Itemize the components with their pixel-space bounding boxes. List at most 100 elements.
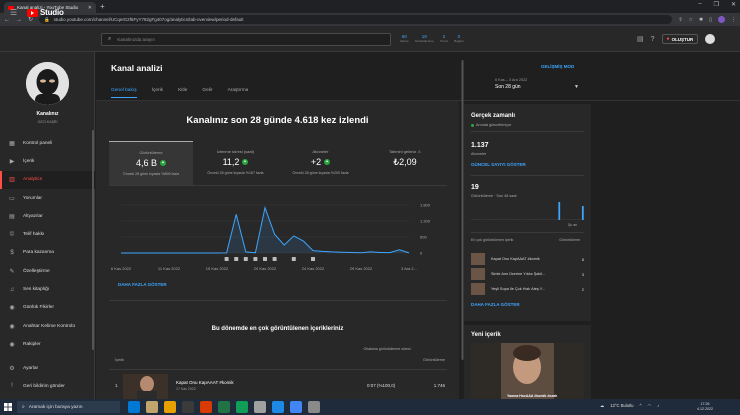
sidebar-item-analytics[interactable]: ▥ Analytics xyxy=(0,170,95,190)
realtime-bar-chart[interactable] xyxy=(471,200,584,220)
sidebar-item-customization[interactable]: ✎ Özelleştirme xyxy=(0,262,95,280)
channel-avatar[interactable] xyxy=(26,62,69,105)
sidebar-item-subtitles[interactable]: ▤ Altyazılar xyxy=(0,207,95,225)
metric-watch-time[interactable]: İzlenme süresi (saat) 11,2 Önceki 28 gün… xyxy=(193,141,278,185)
studio-logo-text: Studio xyxy=(40,8,64,17)
channel-search-input[interactable]: ⌕ Kanalınızda arayın xyxy=(101,33,391,46)
menu-icon[interactable]: ☰ xyxy=(10,8,17,17)
video-thumbnail[interactable] xyxy=(123,374,168,399)
views-line-chart[interactable]: 6 Kas 2022 11 Kas 2022 15 Kas 2022 20 Kas 2… xyxy=(109,195,449,275)
address-bar: ← → ↻ 🔒 studio.youtube.com/channel/UCqeI… xyxy=(0,13,740,26)
taskbar-clock[interactable]: 17:26 4.12.2022 xyxy=(697,402,713,411)
upload-marker-icon[interactable] xyxy=(243,257,248,261)
sidebar-toggle-icon[interactable]: ▯ xyxy=(709,17,712,23)
metric-revenue[interactable]: Tahmini gelirniz ⚠ ₺2,09 xyxy=(363,141,447,185)
share-icon[interactable]: ⇪ xyxy=(678,17,682,23)
new-tab-button[interactable]: + xyxy=(100,2,105,11)
tab-overview[interactable]: Genel bakış xyxy=(111,86,137,98)
realtime-show-more-button[interactable]: DAHA FAZLA GÖSTER xyxy=(471,302,520,307)
taskbar-app-icon[interactable] xyxy=(182,401,194,413)
tab-content[interactable]: İçerik xyxy=(152,86,163,98)
tab-research[interactable]: Araştırma xyxy=(228,86,249,98)
sidebar-scrollbar[interactable] xyxy=(92,130,94,350)
realtime-bar xyxy=(480,219,483,220)
maximize-icon[interactable]: ❐ xyxy=(714,1,719,8)
chart-x-axis: 6 Kas 2022 11 Kas 2022 15 Kas 2022 20 Kas 2… xyxy=(111,266,417,271)
advanced-mode-link[interactable]: GELİŞMİŞ MOD xyxy=(541,64,574,69)
create-button[interactable]: ● OLUŞTUR xyxy=(661,34,699,44)
stat-views: 19 Görüntülenme xyxy=(415,34,434,43)
upload-marker-icon[interactable] xyxy=(311,257,315,261)
upload-marker-icon[interactable] xyxy=(253,257,258,261)
help-icon[interactable]: ? xyxy=(651,36,655,43)
sidebar-item-monetization[interactable]: $ Para kazanma xyxy=(0,244,95,262)
realtime-top-item[interactable]: Kapat Onu KapAAAT #komik 8 xyxy=(471,251,584,267)
date-range-picker[interactable]: 6 Kas – 3 Ara 2022 Son 28 gün xyxy=(495,78,527,90)
taskbar-app-icon[interactable] xyxy=(218,401,230,413)
studio-logo[interactable]: Studio xyxy=(27,8,64,17)
realtime-item-views: 2 xyxy=(581,286,584,292)
taskbar-app-icon[interactable] xyxy=(146,401,158,413)
realtime-top-item[interactable]: Yeşli Sopa İle Çok Hızlı Ateş Y... 2 xyxy=(471,281,584,297)
metric-label-text: Tahmini gelirniz xyxy=(388,149,417,154)
upload-marker-icon[interactable] xyxy=(224,257,229,261)
forward-icon[interactable]: → xyxy=(16,17,22,23)
tab-audience[interactable]: Kitle xyxy=(178,86,187,98)
metric-views[interactable]: Görüntüleme 4,6 B Önceki 28 güne kıyasla… xyxy=(109,141,193,185)
taskbar-app-icon[interactable] xyxy=(308,401,320,413)
sidebar-item-dashboard[interactable]: ▦ Kontrol paneli xyxy=(0,134,95,152)
close-window-icon[interactable]: ✕ xyxy=(731,1,736,8)
sidebar-item-content[interactable]: ▶ İçerik xyxy=(0,152,95,170)
taskbar-search[interactable]: ⌕ Aramak için buraya yazın xyxy=(17,401,120,413)
volume-icon[interactable]: ♪ xyxy=(657,403,659,408)
taskbar-app-icon[interactable] xyxy=(128,401,140,413)
show-more-button[interactable]: DAHA FAZLA GÖSTER xyxy=(118,282,167,287)
extensions-icon[interactable]: ✱ xyxy=(699,17,703,23)
sidebar-item-feedback[interactable]: ! Geri bildirim gönder xyxy=(0,377,95,395)
trend-up-icon xyxy=(242,159,249,165)
sidebar-item-copyright[interactable]: © Telif hakkı xyxy=(0,225,95,243)
tray-up-icon[interactable]: ^ xyxy=(640,403,642,408)
taskbar-app-icon[interactable] xyxy=(164,401,176,413)
sidebar-item-keyword[interactable]: ◉ Anahtar Kelime Kontrolü xyxy=(0,317,95,335)
sidebar-item-settings[interactable]: ⚙ Ayarlar xyxy=(0,359,95,377)
url-field[interactable]: 🔒 studio.youtube.com/channel/UCqeIG2f6Fy… xyxy=(39,15,673,24)
upload-marker-icon[interactable] xyxy=(291,257,296,261)
tab-revenue[interactable]: Gelir xyxy=(202,86,212,98)
windows-start-icon[interactable] xyxy=(4,403,12,411)
channel-name: OZCİ KAŞRI xyxy=(37,120,58,124)
realtime-bar xyxy=(527,219,530,220)
minimize-icon[interactable]: – xyxy=(698,1,701,8)
upload-marker-icon[interactable] xyxy=(272,257,277,261)
browser-menu-icon[interactable]: ⋮ xyxy=(731,17,736,23)
x-tick-label: 24 Kas 2022 xyxy=(302,266,325,271)
taskbar-app-icon[interactable] xyxy=(236,401,248,413)
new-content-caption: Yaoma HocAAA #komik #ozah xyxy=(507,394,558,398)
new-content-thumbnail[interactable] xyxy=(471,343,584,399)
network-icon[interactable]: ◠ xyxy=(647,403,651,408)
realtime-top-item[interactable]: Simle Ann Üzerine Yıldız Şakil... 3 xyxy=(471,266,584,282)
taskbar-app-icon[interactable] xyxy=(272,401,284,413)
back-icon[interactable]: ← xyxy=(4,17,10,23)
reload-icon[interactable]: ↻ xyxy=(28,16,33,23)
live-count-button[interactable]: GÜNCEL SAYIYI GÖSTER xyxy=(471,162,526,167)
realtime-bar xyxy=(577,219,579,220)
taskbar-app-icon[interactable] xyxy=(254,401,266,413)
row-video-title[interactable]: Kapat Onu KapAAAT #komik xyxy=(176,380,234,385)
browser-profile-avatar[interactable] xyxy=(718,16,725,23)
messages-icon[interactable]: ▤ xyxy=(637,35,644,43)
taskbar-app-icon[interactable] xyxy=(200,401,212,413)
sidebar-item-comments[interactable]: ▭ Yorumlar xyxy=(0,189,95,207)
realtime-item-thumbnail xyxy=(471,268,485,280)
upload-marker-icon[interactable] xyxy=(263,257,267,261)
star-icon[interactable]: ☆ xyxy=(689,17,693,23)
sidebar-item-ideas[interactable]: ◉ Günlük Fikirler xyxy=(0,299,95,317)
sidebar-item-competitors[interactable]: ◉ Rakipler xyxy=(0,335,95,353)
taskbar-app-icon[interactable] xyxy=(290,401,302,413)
close-tab-icon[interactable]: ✕ xyxy=(88,5,92,11)
sidebar-item-audio-library[interactable]: ♫ Ses kitaplığı xyxy=(0,280,95,298)
upload-marker-icon[interactable] xyxy=(234,257,239,261)
dropdown-arrow-icon[interactable]: ▼ xyxy=(574,84,579,90)
account-avatar[interactable] xyxy=(705,34,716,44)
metric-subscribers[interactable]: Aboneler +2 Önceki 28 güne kıyasla %200 … xyxy=(278,141,363,185)
